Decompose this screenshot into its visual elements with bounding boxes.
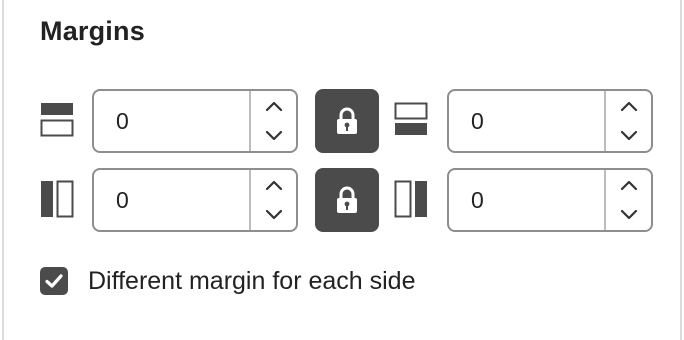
chevron-down-icon <box>620 130 637 141</box>
margin-bottom-field[interactable]: 0 <box>447 89 653 153</box>
margin-top-decrement-button[interactable] <box>251 121 296 151</box>
margin-right-field[interactable]: 0 <box>447 168 653 232</box>
margin-left-icon <box>40 180 74 223</box>
chevron-up-icon <box>265 180 282 191</box>
lock-icon <box>337 186 357 213</box>
margin-right-value[interactable]: 0 <box>471 170 484 230</box>
panel-title: Margins <box>40 16 145 46</box>
margin-bottom-icon <box>394 102 428 145</box>
margin-bottom-decrement-button[interactable] <box>606 121 651 151</box>
chevron-up-icon <box>265 101 282 112</box>
chevron-up-icon <box>620 101 637 112</box>
margins-panel: Margins 0 0 0 0 Different margin for eac… <box>2 0 682 340</box>
lock-left-right-button[interactable] <box>315 168 379 232</box>
margin-left-value[interactable]: 0 <box>116 170 129 230</box>
margin-left-field[interactable]: 0 <box>92 168 298 232</box>
lock-top-bottom-button[interactable] <box>315 89 379 153</box>
margin-left-increment-button[interactable] <box>251 170 296 200</box>
margin-right-decrement-button[interactable] <box>606 200 651 230</box>
different-sides-checkbox[interactable] <box>40 267 68 295</box>
margin-bottom-value[interactable]: 0 <box>471 91 484 151</box>
checkmark-icon <box>45 274 63 288</box>
different-sides-label[interactable]: Different margin for each side <box>88 267 415 296</box>
margin-bottom-increment-button[interactable] <box>606 91 651 121</box>
margin-top-increment-button[interactable] <box>251 91 296 121</box>
lock-icon <box>337 107 357 134</box>
margin-top-field[interactable]: 0 <box>92 89 298 153</box>
chevron-down-icon <box>265 130 282 141</box>
margin-top-value[interactable]: 0 <box>116 91 129 151</box>
chevron-down-icon <box>265 209 282 220</box>
margin-right-icon <box>394 180 428 223</box>
margin-top-icon <box>40 102 74 145</box>
margin-left-decrement-button[interactable] <box>251 200 296 230</box>
margin-right-increment-button[interactable] <box>606 170 651 200</box>
different-sides-row[interactable]: Different margin for each side <box>40 264 415 298</box>
chevron-up-icon <box>620 180 637 191</box>
chevron-down-icon <box>620 209 637 220</box>
